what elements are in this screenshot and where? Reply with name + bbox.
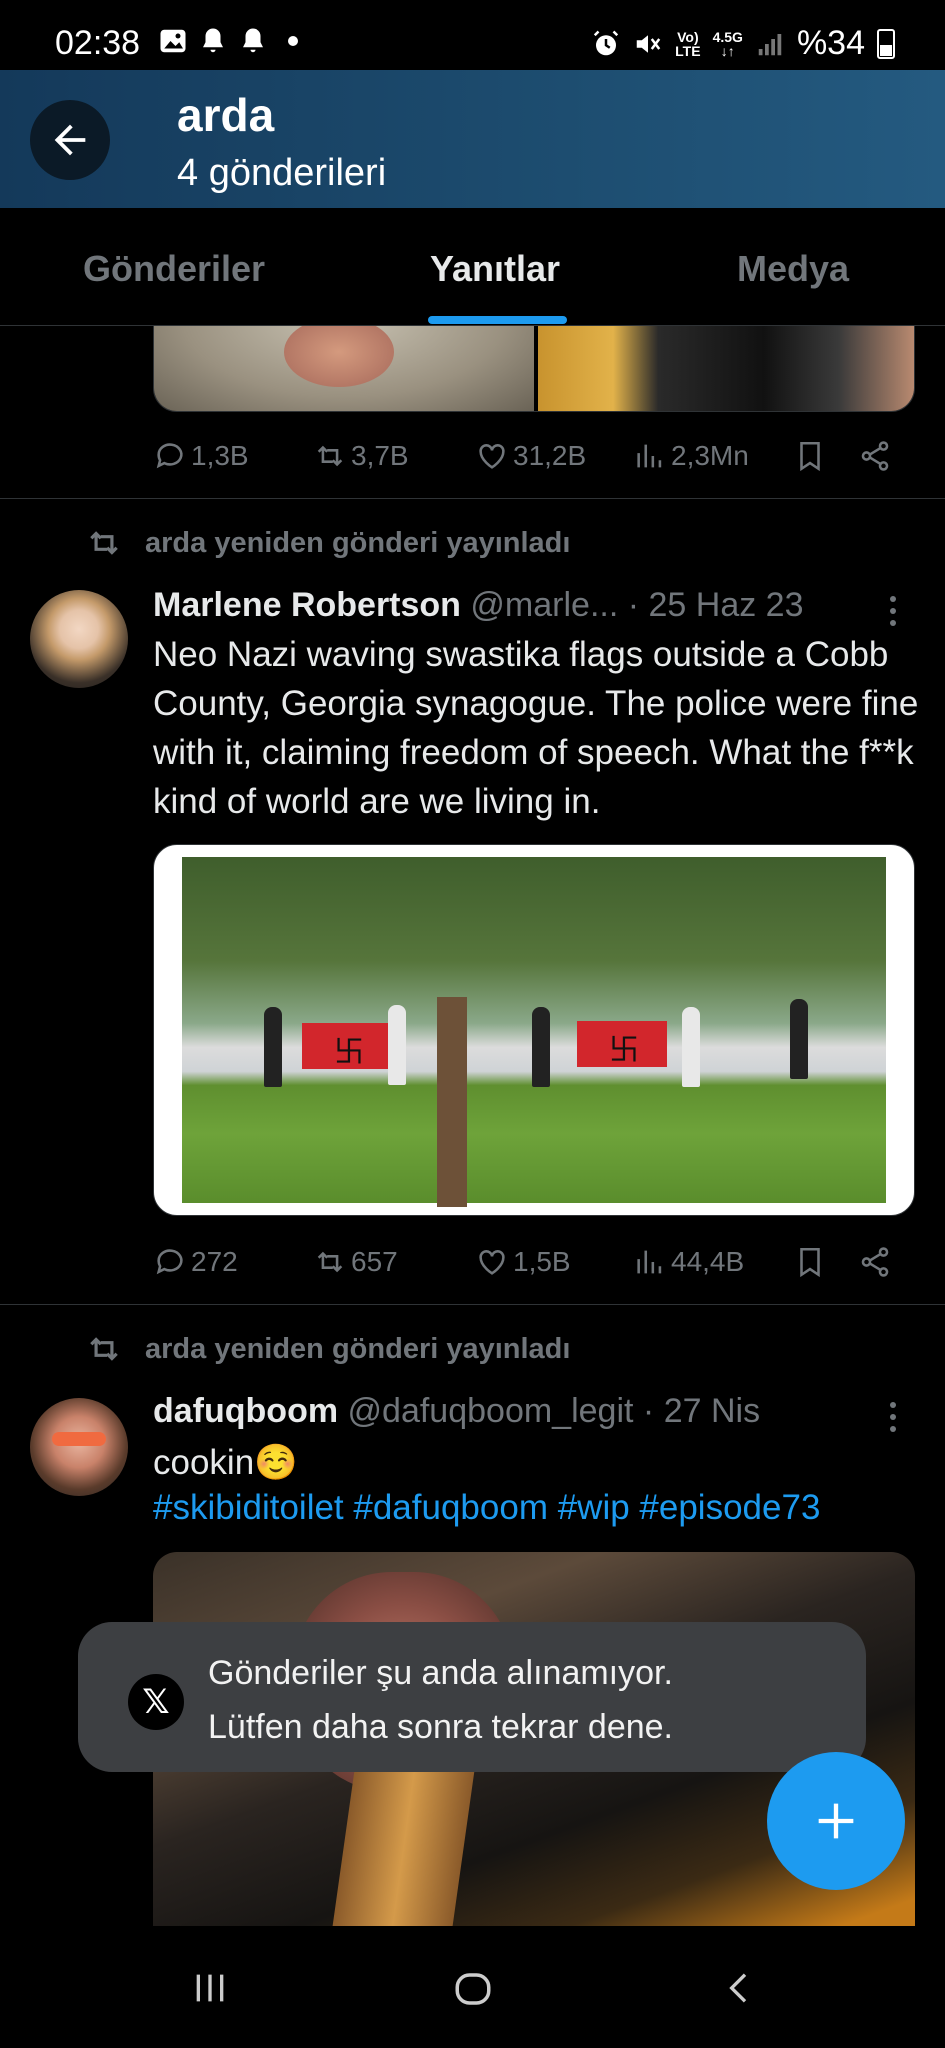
bar-chart-icon xyxy=(637,1250,662,1274)
share-button[interactable] xyxy=(858,1240,892,1284)
post-hashtags[interactable]: #skibiditoilet #dafuqboom #wip #episode7… xyxy=(153,1488,928,1528)
share-button[interactable] xyxy=(858,434,892,478)
x-logo-icon: 𝕏 xyxy=(128,1674,184,1730)
repost-icon xyxy=(90,1337,118,1361)
post-header: Marlene Robertson @marle... · 25 Haz 23 xyxy=(153,586,915,625)
tab-posts[interactable]: Gönderiler xyxy=(83,248,265,290)
views-button[interactable]: 44,4B xyxy=(633,1240,744,1284)
avatar[interactable] xyxy=(30,1398,128,1496)
repost-icon xyxy=(90,531,118,555)
avatar[interactable] xyxy=(30,590,128,688)
error-toast: 𝕏 Gönderiler şu anda alınamıyor. Lütfen … xyxy=(78,1622,866,1772)
toast-line-2: Lütfen daha sonra tekrar dene. xyxy=(208,1708,673,1746)
post-divider xyxy=(0,498,945,499)
plus-icon xyxy=(818,1803,854,1839)
bookmark-icon xyxy=(800,441,820,472)
speech-bubble-icon xyxy=(156,443,183,469)
gallery-icon xyxy=(160,29,186,53)
recent-apps-icon[interactable] xyxy=(190,1968,230,2008)
post-header: dafuqboom @dafuqboom_legit · 27 Nis xyxy=(153,1392,915,1431)
post-actions: 1,3B 3,7B 31,2B 2,3Mn xyxy=(153,434,915,478)
status-bar: 02:38 Vo) LTE 4.5G ↓↑ %34 xyxy=(0,0,945,70)
post-count: 4 gönderileri xyxy=(177,152,387,194)
bell-icon xyxy=(243,28,263,53)
toast-line-1: Gönderiler şu anda alınamıyor. xyxy=(208,1654,673,1692)
more-options-icon[interactable] xyxy=(890,1402,900,1432)
bookmark-button[interactable] xyxy=(793,434,827,478)
post-actions: 272 657 1,5B 44,4B xyxy=(153,1240,915,1284)
like-button[interactable]: 1,5B xyxy=(475,1240,571,1284)
speech-bubble-icon xyxy=(156,1249,183,1275)
author-handle[interactable]: @dafuqboom_legit xyxy=(348,1392,634,1430)
repost-icon xyxy=(317,1251,343,1273)
more-options-icon[interactable] xyxy=(890,596,900,626)
like-button[interactable]: 31,2B xyxy=(475,434,586,478)
heart-icon xyxy=(479,1250,505,1275)
active-tab-indicator xyxy=(428,316,567,324)
dot-icon xyxy=(288,36,298,46)
home-icon[interactable] xyxy=(452,1968,494,2010)
profile-header: arda 4 gönderileri xyxy=(0,70,945,208)
post-media-image[interactable] xyxy=(153,326,915,412)
reply-button[interactable]: 1,3B xyxy=(153,434,249,478)
notification-icons xyxy=(158,26,308,56)
volte-indicator: Vo) LTE xyxy=(675,28,701,59)
status-time: 02:38 xyxy=(55,24,141,62)
post-media-image[interactable] xyxy=(153,844,915,1216)
profile-tabs: Gönderiler Yanıtlar Medya xyxy=(0,208,945,326)
system-nav-bar xyxy=(0,1928,945,2048)
bell-icon xyxy=(203,28,223,53)
battery-percent: %34 xyxy=(796,24,865,62)
compose-button[interactable] xyxy=(767,1752,905,1890)
alarm-icon xyxy=(594,30,619,55)
mute-icon xyxy=(636,34,661,53)
post-text: cookin☺️ xyxy=(153,1443,298,1482)
tab-replies[interactable]: Yanıtlar xyxy=(430,248,560,290)
arrow-left-icon xyxy=(54,124,86,156)
repost-indicator[interactable]: arda yeniden gönderi yayınladı xyxy=(85,524,570,562)
author-handle[interactable]: @marle... xyxy=(470,586,618,624)
post-date[interactable]: · 25 Haz 23 xyxy=(628,586,804,624)
repost-indicator[interactable]: arda yeniden gönderi yayınladı xyxy=(85,1330,570,1368)
bar-chart-icon xyxy=(637,444,662,468)
share-icon xyxy=(861,441,889,471)
post-divider xyxy=(0,1304,945,1305)
network-gen-indicator: 4.5G ↓↑ xyxy=(712,28,743,59)
signal-icon xyxy=(758,33,782,55)
share-icon xyxy=(861,1247,889,1277)
views-button[interactable]: 2,3Mn xyxy=(633,434,749,478)
heart-icon xyxy=(479,444,505,469)
tab-media[interactable]: Medya xyxy=(737,248,849,290)
repost-button[interactable]: 3,7B xyxy=(313,434,409,478)
repost-icon xyxy=(317,445,343,467)
post-date[interactable]: · 27 Nis xyxy=(643,1392,760,1430)
back-nav-icon[interactable] xyxy=(720,1968,760,2008)
system-indicators: Vo) LTE 4.5G ↓↑ %34 xyxy=(591,24,895,63)
post-text: Neo Nazi waving swastika flags outside a… xyxy=(153,635,919,821)
battery-icon xyxy=(877,28,895,59)
reply-button[interactable]: 272 xyxy=(153,1240,238,1284)
back-button[interactable] xyxy=(30,100,110,180)
author-name[interactable]: Marlene Robertson xyxy=(153,586,461,624)
bookmark-button[interactable] xyxy=(793,1240,827,1284)
author-name[interactable]: dafuqboom xyxy=(153,1392,338,1430)
profile-name: arda xyxy=(177,89,275,141)
repost-button[interactable]: 657 xyxy=(313,1240,398,1284)
bookmark-icon xyxy=(800,1247,820,1278)
